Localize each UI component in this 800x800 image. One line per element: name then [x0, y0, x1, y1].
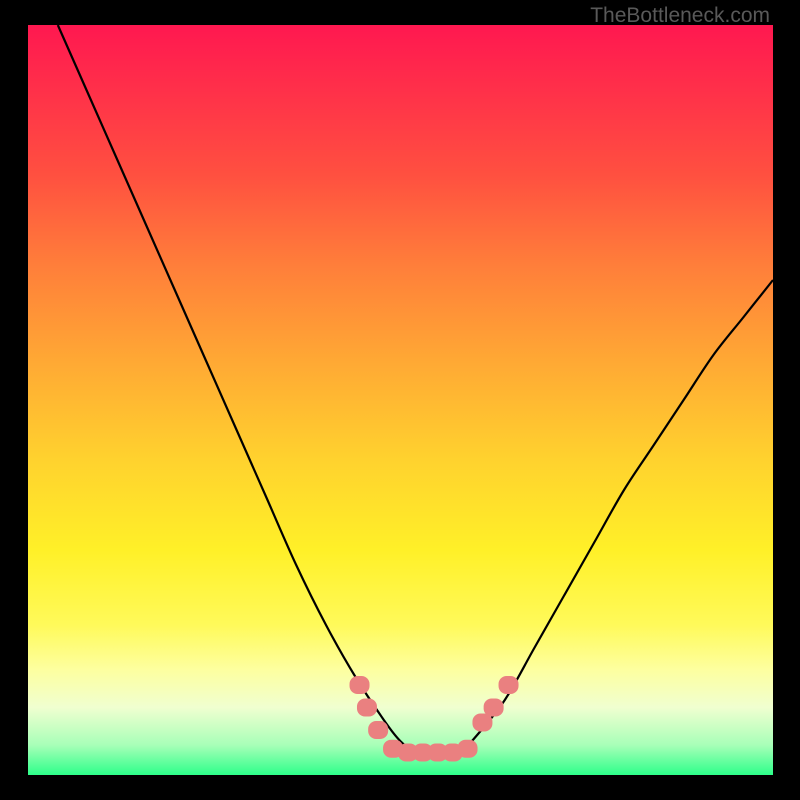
plot-area [28, 25, 773, 775]
bottleneck-curve-line [58, 25, 773, 757]
highlight-marker [472, 714, 492, 732]
highlight-marker [499, 676, 519, 694]
highlight-markers-group [350, 676, 519, 762]
highlight-marker [350, 676, 370, 694]
chart-container: TheBottleneck.com [0, 0, 800, 800]
highlight-marker [357, 699, 377, 717]
highlight-marker [484, 699, 504, 717]
highlight-marker [458, 740, 478, 758]
highlight-marker [368, 721, 388, 739]
watermark-text: TheBottleneck.com [590, 4, 770, 28]
chart-svg [28, 25, 773, 775]
